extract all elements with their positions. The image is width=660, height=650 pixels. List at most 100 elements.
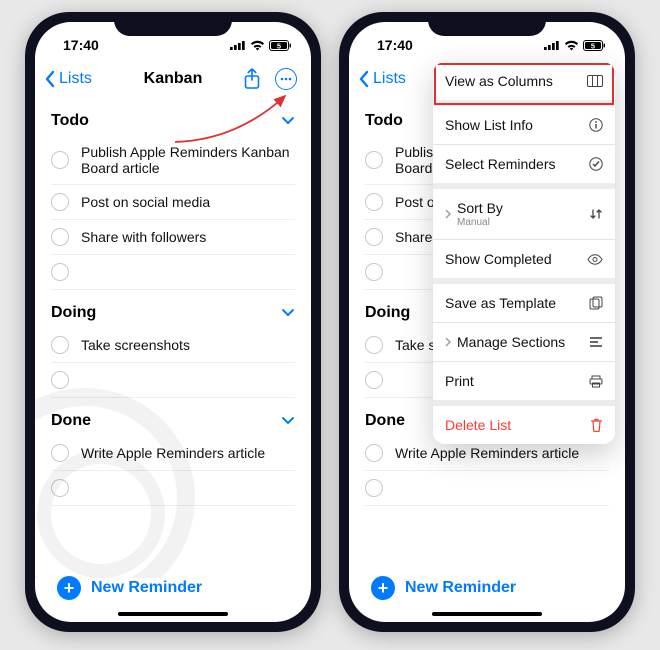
menu-save-as-template[interactable]: Save as Template bbox=[433, 284, 615, 323]
new-reminder-label: New Reminder bbox=[405, 579, 516, 597]
menu-label: Show Completed bbox=[445, 251, 552, 267]
chevron-down-icon[interactable] bbox=[281, 416, 295, 426]
reminder-text: Post on social media bbox=[81, 194, 210, 210]
notch bbox=[428, 12, 546, 36]
notch bbox=[114, 12, 232, 36]
section-title: Todo bbox=[51, 112, 89, 130]
completion-circle[interactable] bbox=[51, 228, 69, 246]
plus-icon: + bbox=[371, 576, 395, 600]
chevron-down-icon[interactable] bbox=[281, 116, 295, 126]
screen-left: 17:40 5 Lists Kanban bbox=[35, 22, 311, 622]
completion-circle[interactable] bbox=[51, 193, 69, 211]
section-title: Done bbox=[51, 412, 91, 430]
menu-print[interactable]: Print bbox=[433, 362, 615, 406]
completion-circle[interactable] bbox=[365, 263, 383, 281]
section-header-todo[interactable]: Todo bbox=[51, 98, 295, 136]
wifi-icon bbox=[250, 40, 265, 51]
chevron-down-icon[interactable] bbox=[281, 308, 295, 318]
menu-label: Delete List bbox=[445, 417, 511, 433]
completion-circle[interactable] bbox=[365, 336, 383, 354]
completion-circle[interactable] bbox=[51, 263, 69, 281]
home-indicator[interactable] bbox=[432, 612, 542, 616]
back-label: Lists bbox=[373, 70, 406, 88]
nav-title: Kanban bbox=[144, 70, 203, 88]
reminder-row-empty[interactable] bbox=[51, 255, 295, 290]
menu-label: Print bbox=[445, 373, 474, 389]
reminder-text: Publish Apple Reminders Kanban Board art… bbox=[81, 144, 295, 176]
reminder-text: Take screenshots bbox=[81, 337, 190, 353]
reminder-row[interactable]: Share with followers bbox=[51, 220, 295, 255]
completion-circle[interactable] bbox=[51, 371, 69, 389]
completion-circle[interactable] bbox=[365, 228, 383, 246]
reminder-row[interactable]: Publish Apple Reminders Kanban Board art… bbox=[51, 136, 295, 185]
reminder-row[interactable]: Write Apple Reminders article bbox=[51, 436, 295, 471]
menu-label: View as Columns bbox=[445, 73, 553, 89]
menu-view-as-columns[interactable]: View as Columns bbox=[433, 62, 615, 106]
status-right: 5 bbox=[230, 40, 291, 51]
completion-circle[interactable] bbox=[365, 151, 383, 169]
trash-icon bbox=[590, 418, 603, 432]
back-label: Lists bbox=[59, 70, 92, 88]
menu-delete-list[interactable]: Delete List bbox=[433, 406, 615, 444]
completion-circle[interactable] bbox=[365, 479, 383, 497]
more-button[interactable] bbox=[275, 68, 297, 90]
section-title: Todo bbox=[365, 112, 403, 130]
completion-circle[interactable] bbox=[51, 479, 69, 497]
section-header-done[interactable]: Done bbox=[51, 398, 295, 436]
chevron-right-icon bbox=[445, 209, 451, 219]
section-title: Doing bbox=[51, 304, 96, 322]
status-time: 17:40 bbox=[377, 37, 413, 53]
menu-select-reminders[interactable]: Select Reminders bbox=[433, 145, 615, 189]
printer-icon bbox=[589, 375, 603, 388]
reminder-row[interactable]: Take screenshots bbox=[51, 328, 295, 363]
status-time: 17:40 bbox=[63, 37, 99, 53]
completion-circle[interactable] bbox=[365, 444, 383, 462]
sort-icon bbox=[589, 207, 603, 221]
completion-circle[interactable] bbox=[51, 151, 69, 169]
home-indicator[interactable] bbox=[118, 612, 228, 616]
completion-circle[interactable] bbox=[365, 193, 383, 211]
menu-sort-by[interactable]: Sort By Manual bbox=[433, 189, 615, 240]
menu-manage-sections[interactable]: Manage Sections bbox=[433, 323, 615, 362]
checkmark-circle-icon bbox=[589, 157, 603, 171]
reminder-text: Share with followers bbox=[81, 229, 206, 245]
reminder-row-empty[interactable] bbox=[51, 363, 295, 398]
chevron-left-icon bbox=[43, 70, 57, 88]
battery-icon: 5 bbox=[269, 40, 291, 51]
plus-icon: + bbox=[57, 576, 81, 600]
template-icon bbox=[589, 296, 603, 310]
menu-show-list-info[interactable]: Show List Info bbox=[433, 106, 615, 145]
section-header-doing[interactable]: Doing bbox=[51, 290, 295, 328]
svg-text:5: 5 bbox=[591, 41, 595, 50]
reminder-row[interactable]: Post on social media bbox=[51, 185, 295, 220]
eye-icon bbox=[587, 254, 603, 265]
menu-label: Show List Info bbox=[445, 117, 533, 133]
reminder-text: Write Apple Reminders article bbox=[395, 445, 579, 461]
list-content[interactable]: Todo Publish Apple Reminders Kanban Boar… bbox=[35, 98, 311, 578]
new-reminder-button[interactable]: + New Reminder bbox=[57, 576, 202, 600]
phone-left: 17:40 5 Lists Kanban bbox=[25, 12, 321, 632]
menu-label: Sort By bbox=[457, 200, 503, 216]
info-icon bbox=[589, 118, 603, 132]
completion-circle[interactable] bbox=[51, 444, 69, 462]
completion-circle[interactable] bbox=[51, 336, 69, 354]
new-reminder-button[interactable]: + New Reminder bbox=[371, 576, 516, 600]
menu-label: Select Reminders bbox=[445, 156, 556, 172]
new-reminder-label: New Reminder bbox=[91, 579, 202, 597]
menu-sublabel: Manual bbox=[457, 217, 503, 228]
share-icon[interactable] bbox=[243, 68, 261, 90]
more-menu-popup: View as Columns Show List Info Select Re… bbox=[433, 62, 615, 444]
completion-circle[interactable] bbox=[365, 371, 383, 389]
menu-show-completed[interactable]: Show Completed bbox=[433, 240, 615, 284]
reminder-row-empty[interactable] bbox=[51, 471, 295, 506]
back-button[interactable]: Lists bbox=[357, 70, 406, 88]
reminder-row-empty[interactable] bbox=[365, 471, 609, 506]
chevron-left-icon bbox=[357, 70, 371, 88]
cellular-icon bbox=[544, 40, 560, 50]
back-button[interactable]: Lists bbox=[43, 70, 92, 88]
section-title: Done bbox=[365, 412, 405, 430]
status-right: 5 bbox=[544, 40, 605, 51]
cellular-icon bbox=[230, 40, 246, 50]
reminder-text: Write Apple Reminders article bbox=[81, 445, 265, 461]
battery-icon: 5 bbox=[583, 40, 605, 51]
